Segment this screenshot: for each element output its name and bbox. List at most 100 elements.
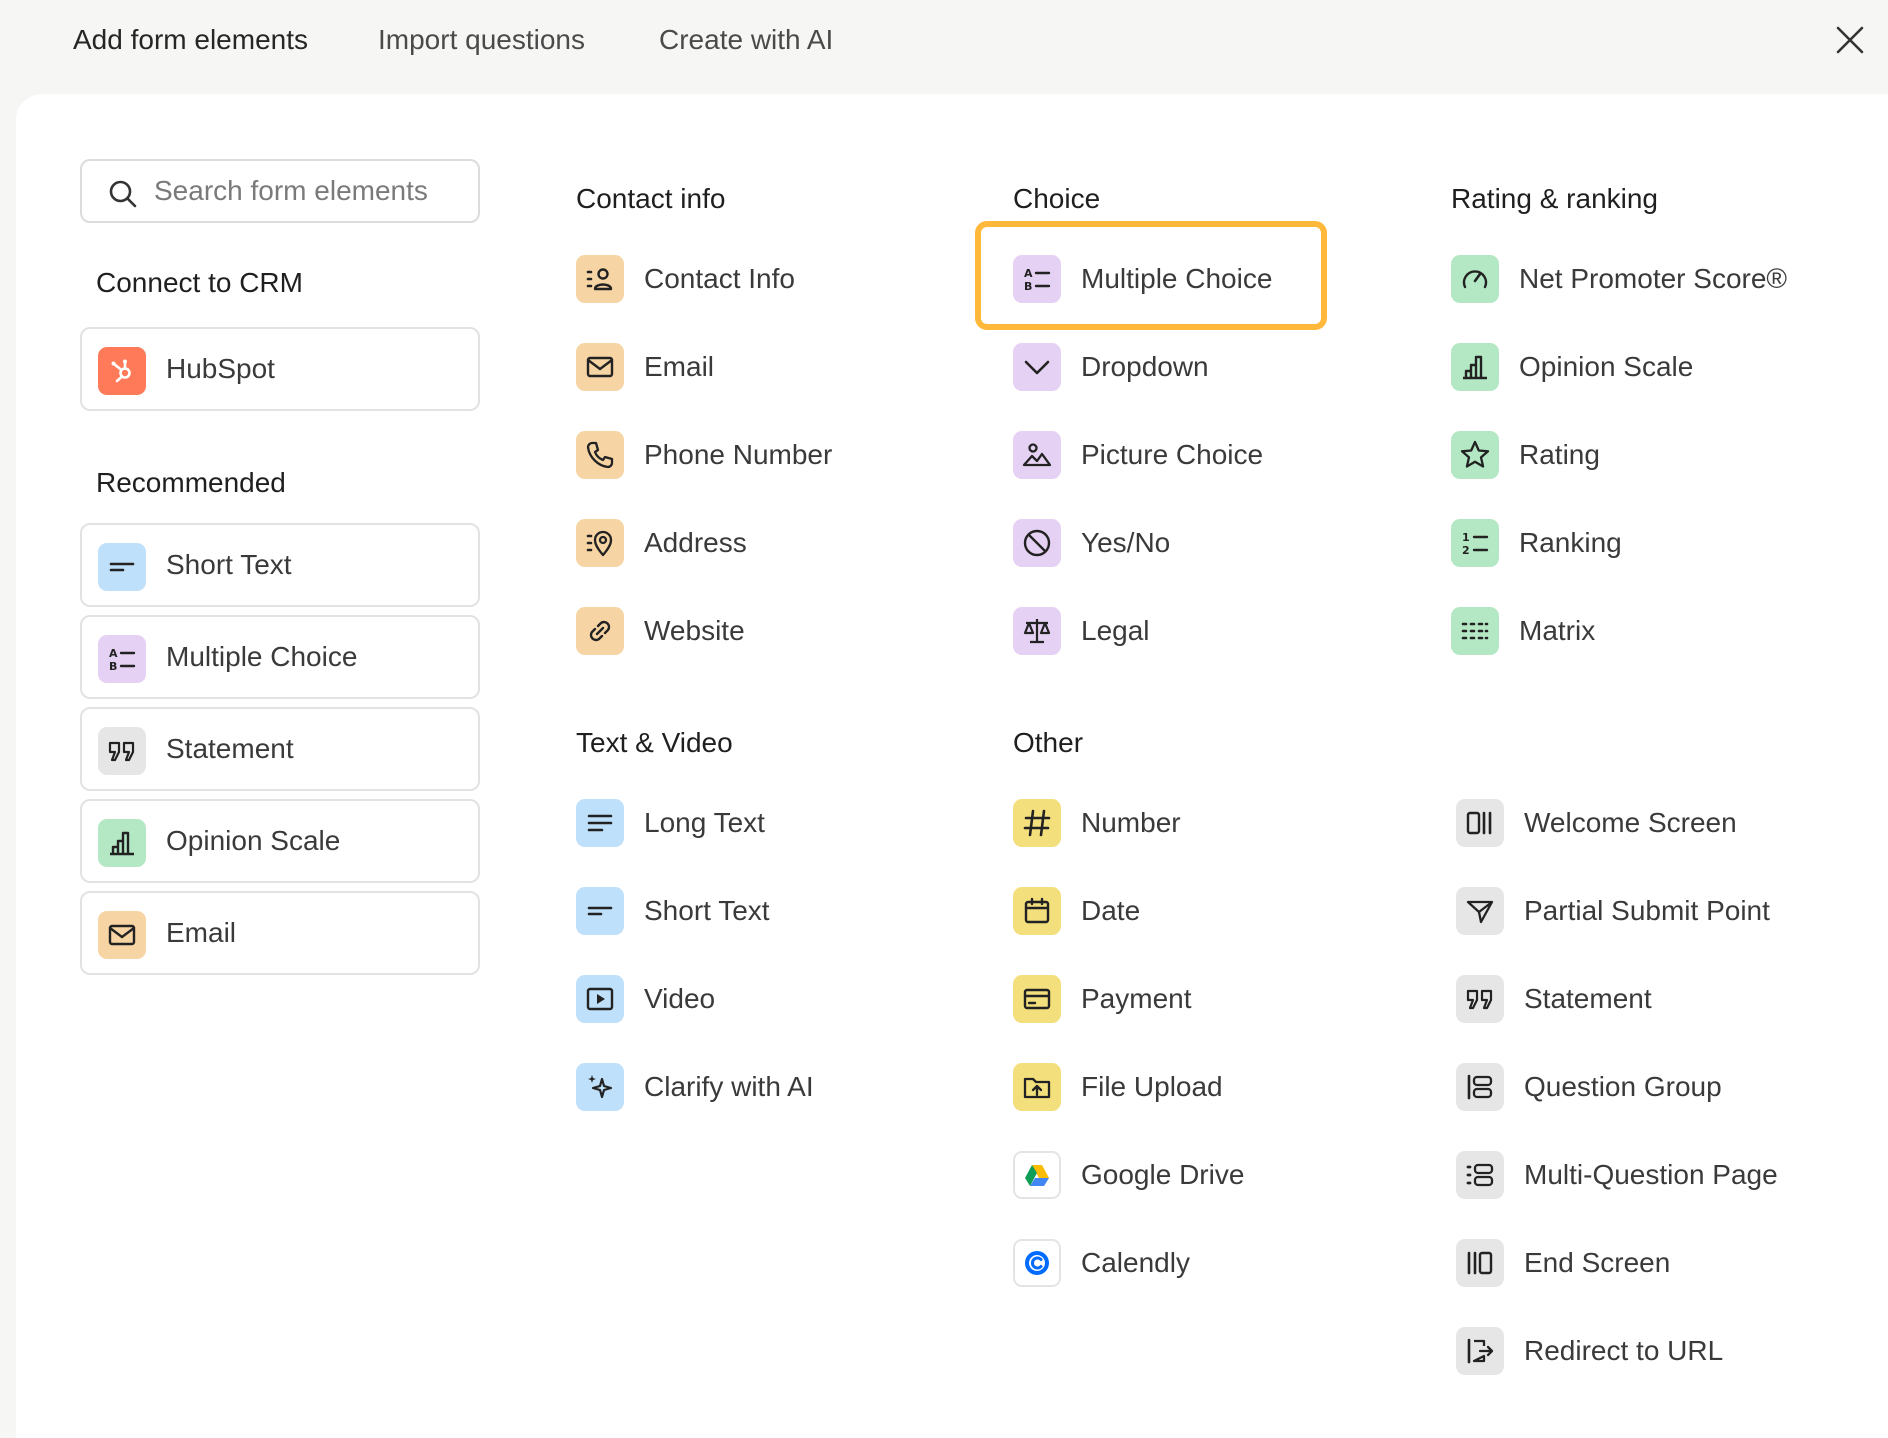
element-question-group[interactable]: Question Group — [1456, 1057, 1816, 1117]
element-long-text[interactable]: Long Text — [576, 793, 876, 853]
element-google-drive[interactable]: Google Drive — [1013, 1145, 1313, 1205]
element-rating[interactable]: Rating — [1451, 425, 1751, 485]
element-label: Short Text — [644, 895, 770, 926]
element-welcome-screen[interactable]: Welcome Screen — [1456, 793, 1816, 853]
recommended-short-text[interactable]: Short Text — [80, 523, 480, 607]
element-label: Date — [1081, 895, 1141, 926]
section-title-rating-ranking: Rating & ranking — [1451, 183, 1659, 214]
element-label: Statement — [166, 733, 294, 764]
envelope-icon — [98, 911, 146, 959]
element-label: Picture Choice — [1081, 439, 1264, 470]
element-label: End Screen — [1524, 1247, 1671, 1278]
star-icon — [1451, 431, 1499, 479]
hash-icon — [1013, 799, 1061, 847]
ranking-icon: 12 — [1451, 519, 1499, 567]
recommended-email[interactable]: Email — [80, 891, 480, 975]
element-ranking[interactable]: 12 Ranking — [1451, 513, 1751, 573]
bar-chart-icon — [1451, 343, 1499, 391]
chevron-down-icon — [1013, 343, 1061, 391]
element-label: Multiple Choice — [166, 641, 358, 672]
close-button[interactable] — [1832, 22, 1868, 58]
element-date[interactable]: Date — [1013, 881, 1313, 941]
element-label: Rating — [1519, 439, 1600, 470]
element-address[interactable]: Address — [576, 513, 876, 573]
section-title-connect-crm: Connect to CRM — [96, 267, 303, 298]
element-label: Email — [166, 917, 237, 948]
welcome-screen-icon — [1456, 799, 1504, 847]
element-matrix[interactable]: Matrix — [1451, 601, 1751, 661]
element-video[interactable]: Video — [576, 969, 876, 1029]
search-icon — [109, 180, 137, 208]
element-label: Contact Info — [644, 263, 795, 294]
element-redirect-to-url[interactable]: Redirect to URL — [1456, 1321, 1816, 1381]
close-icon — [1836, 26, 1864, 54]
element-net-promoter-score[interactable]: Net Promoter Score® — [1451, 249, 1811, 309]
quote-icon — [1456, 975, 1504, 1023]
tab-import-questions[interactable]: Import questions — [378, 22, 585, 58]
send-icon — [1456, 887, 1504, 935]
element-picture-choice[interactable]: Picture Choice — [1013, 425, 1313, 485]
element-statement[interactable]: Statement — [1456, 969, 1816, 1029]
element-multi-question-page[interactable]: Multi-Question Page — [1456, 1145, 1836, 1205]
svg-text:A: A — [1024, 267, 1033, 280]
element-label: Ranking — [1519, 527, 1622, 558]
search-input[interactable] — [154, 171, 464, 211]
element-number[interactable]: Number — [1013, 793, 1313, 853]
element-contact-info[interactable]: Contact Info — [576, 249, 876, 309]
end-screen-icon — [1456, 1239, 1504, 1287]
long-text-icon — [576, 799, 624, 847]
element-label: Clarify with AI — [644, 1071, 814, 1102]
section-title-contact-info: Contact info — [576, 183, 726, 214]
element-label: Calendly — [1081, 1247, 1190, 1278]
scales-icon — [1013, 607, 1061, 655]
element-yes-no[interactable]: Yes/No — [1013, 513, 1313, 573]
element-label: Short Text — [166, 549, 292, 580]
element-dropdown[interactable]: Dropdown — [1013, 337, 1313, 397]
tab-create-with-ai[interactable]: Create with AI — [659, 22, 833, 58]
element-label: Long Text — [644, 807, 765, 838]
recommended-multiple-choice[interactable]: AB Multiple Choice — [80, 615, 480, 699]
short-text-icon — [576, 887, 624, 935]
element-label: Welcome Screen — [1524, 807, 1737, 838]
element-opinion-scale[interactable]: Opinion Scale — [1451, 337, 1751, 397]
element-legal[interactable]: Legal — [1013, 601, 1313, 661]
multiple-choice-icon: AB — [98, 635, 146, 683]
phone-icon — [576, 431, 624, 479]
svg-text:B: B — [109, 660, 117, 673]
contact-card-icon — [576, 255, 624, 303]
element-label: Question Group — [1524, 1071, 1722, 1102]
recommended-statement[interactable]: Statement — [80, 707, 480, 791]
element-file-upload[interactable]: File Upload — [1013, 1057, 1313, 1117]
element-label: Yes/No — [1081, 527, 1171, 558]
element-label: Opinion Scale — [1519, 351, 1694, 382]
element-multiple-choice[interactable]: AB Multiple Choice — [1013, 249, 1313, 309]
element-label: Multiple Choice — [1081, 263, 1273, 294]
element-email[interactable]: Email — [576, 337, 876, 397]
element-payment[interactable]: Payment — [1013, 969, 1313, 1029]
element-end-screen[interactable]: End Screen — [1456, 1233, 1816, 1293]
matrix-icon — [1451, 607, 1499, 655]
element-calendly[interactable]: Calendly — [1013, 1233, 1313, 1293]
element-label: Google Drive — [1081, 1159, 1245, 1190]
search-box[interactable] — [80, 159, 480, 223]
element-partial-submit-point[interactable]: Partial Submit Point — [1456, 881, 1816, 941]
element-phone-number[interactable]: Phone Number — [576, 425, 876, 485]
element-label: Statement — [1524, 983, 1652, 1014]
question-group-icon — [1456, 1063, 1504, 1111]
element-hubspot[interactable]: HubSpot — [80, 327, 480, 411]
element-label: Website — [644, 615, 745, 646]
element-clarify-with-ai[interactable]: Clarify with AI — [576, 1057, 876, 1117]
svg-text:B: B — [1024, 280, 1032, 293]
element-label: Matrix — [1519, 615, 1596, 646]
recommended-opinion-scale[interactable]: Opinion Scale — [80, 799, 480, 883]
svg-text:1: 1 — [1462, 531, 1470, 544]
section-title-choice: Choice — [1013, 183, 1101, 214]
element-short-text[interactable]: Short Text — [576, 881, 876, 941]
element-label: Redirect to URL — [1524, 1335, 1724, 1366]
tab-add-form-elements[interactable]: Add form elements — [73, 22, 308, 58]
element-label: Number — [1081, 807, 1181, 838]
gauge-icon — [1451, 255, 1499, 303]
element-website[interactable]: Website — [576, 601, 876, 661]
calendly-icon — [1013, 1239, 1061, 1287]
svg-text:2: 2 — [1462, 544, 1470, 557]
